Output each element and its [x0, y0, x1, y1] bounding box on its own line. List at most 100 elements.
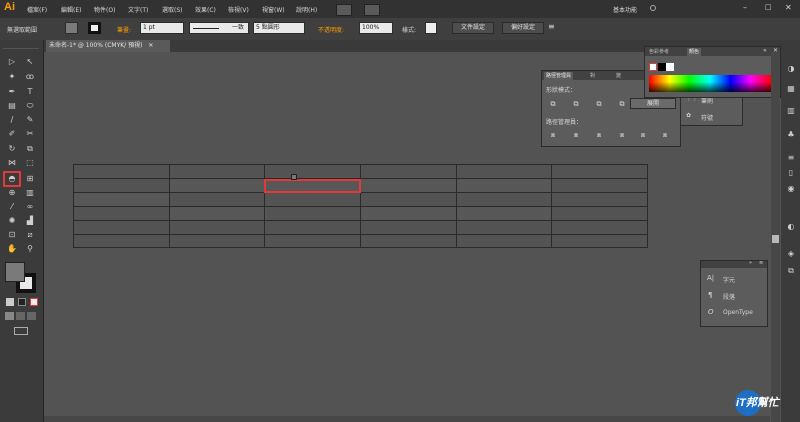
dock-color-icon[interactable]: ◑	[786, 64, 796, 74]
menu-help[interactable]: 說明(H)	[296, 5, 317, 14]
horizontal-scrollbar[interactable]	[44, 416, 770, 422]
dock-gradient-icon[interactable]: ▯	[786, 168, 796, 178]
artboard-tool-icon[interactable]: ⊡	[6, 229, 18, 241]
character-label[interactable]: 字元	[723, 275, 735, 284]
shape-builder-tool-icon[interactable]: ◓	[6, 173, 18, 185]
graphic-style-swatch[interactable]	[425, 22, 437, 34]
tab-color[interactable]: 顏色	[687, 48, 702, 56]
panel-collapse-icon[interactable]: »	[749, 260, 752, 266]
divide-icon[interactable]: ⧈	[548, 131, 558, 139]
draw-behind-icon[interactable]	[16, 312, 25, 320]
panel-collapse-icon[interactable]: «	[763, 47, 767, 54]
selection-tool-icon[interactable]: ▷	[6, 56, 18, 68]
outline-icon[interactable]: ⧈	[638, 131, 648, 139]
dock-symbols-icon[interactable]: ♣	[786, 130, 796, 140]
paragraph-icon[interactable]: ¶	[708, 291, 712, 299]
direct-selection-tool-icon[interactable]: ↖	[24, 56, 36, 68]
crop-icon[interactable]: ⧈	[617, 131, 627, 139]
zoom-tool-icon[interactable]: ⚲	[24, 243, 36, 255]
expand-button[interactable]: 展開	[630, 98, 676, 109]
opacity-field[interactable]: 100%	[359, 22, 393, 34]
arrange-documents-icon[interactable]	[364, 4, 380, 16]
screen-mode-icon[interactable]	[14, 327, 28, 335]
anchor-point-handle[interactable]	[291, 174, 297, 180]
symbol-sprayer-tool-icon[interactable]: ✺	[6, 215, 18, 227]
fill-swatch[interactable]	[65, 22, 78, 34]
hand-tool-icon[interactable]: ✋	[6, 243, 18, 255]
rotate-tool-icon[interactable]: ↻	[6, 143, 18, 155]
menu-view[interactable]: 檢視(V)	[228, 5, 249, 14]
dock-layers-icon[interactable]: ◈	[786, 249, 796, 259]
width-tool-icon[interactable]: ⋈	[6, 157, 18, 169]
gradient-mode-icon[interactable]	[18, 298, 26, 306]
vertical-scroll-thumb[interactable]	[772, 235, 779, 243]
intersect-icon[interactable]: ⧉	[594, 100, 604, 108]
slice-tool-icon[interactable]: ⧄	[24, 229, 36, 241]
dock-swatches-icon[interactable]: ▥	[786, 106, 796, 116]
minus-back-icon[interactable]: ⧈	[660, 131, 670, 139]
document-tab[interactable]: 未命名-1* @ 100% (CMYK/ 預視) ✕	[46, 40, 170, 52]
gradient-tool-icon[interactable]: ▥	[24, 187, 36, 199]
dock-color-guide-icon[interactable]: ▦	[786, 84, 796, 94]
tab-align[interactable]: 對	[588, 72, 597, 80]
menu-type[interactable]: 文字(T)	[128, 5, 148, 14]
workspace-switcher[interactable]: 基本功能	[613, 5, 637, 14]
document-setup-button[interactable]: 文件設定	[452, 22, 494, 34]
white-swatch[interactable]	[666, 63, 674, 71]
tab-pathfinder[interactable]: 路徑管理員	[544, 72, 574, 80]
menu-window[interactable]: 視窗(W)	[262, 5, 285, 14]
dock-appearance-icon[interactable]: ◉	[786, 184, 796, 194]
lasso-tool-icon[interactable]: ꝏ	[24, 71, 36, 83]
selected-cell-highlight[interactable]	[264, 179, 361, 193]
pen-tool-icon[interactable]: ✒	[6, 86, 18, 98]
exclude-icon[interactable]: ⧉	[617, 100, 627, 108]
mesh-tool-icon[interactable]: ⊕	[6, 187, 18, 199]
close-tab-icon[interactable]: ✕	[148, 42, 153, 49]
minimize-icon[interactable]: –	[743, 3, 747, 12]
menu-edit[interactable]: 編輯(E)	[61, 5, 81, 14]
menu-file[interactable]: 檔案(F)	[27, 5, 47, 14]
blob-brush-tool-icon[interactable]: ✐	[6, 128, 18, 140]
stroke-swatch[interactable]	[88, 22, 101, 34]
symbols-icon[interactable]: ✿	[686, 112, 691, 119]
eraser-tool-icon[interactable]: ✂	[24, 128, 36, 140]
black-swatch[interactable]	[658, 63, 666, 71]
panel-menu-icon[interactable]: ≡	[759, 260, 763, 266]
dock-artboards-icon[interactable]: ⧉	[786, 266, 796, 276]
draw-inside-icon[interactable]	[27, 312, 36, 320]
trim-icon[interactable]: ⧈	[571, 131, 581, 139]
line-tool-icon[interactable]: ▤	[6, 100, 18, 112]
blend-tool-icon[interactable]: ∞	[24, 201, 36, 213]
merge-icon[interactable]: ⧈	[594, 131, 604, 139]
pencil-tool-icon[interactable]: ✎	[24, 114, 36, 126]
tab-transform[interactable]: 變	[614, 72, 623, 80]
menu-effect[interactable]: 效果(C)	[195, 5, 216, 14]
paragraph-label[interactable]: 段落	[723, 292, 735, 301]
eyedropper-tool-icon[interactable]: ⁄	[6, 201, 18, 213]
perspective-grid-tool-icon[interactable]: ⊞	[24, 173, 36, 185]
opentype-label[interactable]: OpenType	[723, 309, 753, 316]
paintbrush-tool-icon[interactable]: ∕	[6, 114, 18, 126]
menu-object[interactable]: 物件(O)	[94, 5, 115, 14]
menu-select[interactable]: 選取(S)	[162, 5, 183, 14]
ellipse-tool-icon[interactable]: ⬭	[24, 100, 36, 112]
dock-stroke-icon[interactable]: ≡	[786, 153, 796, 163]
type-tool-icon[interactable]: T	[24, 86, 36, 98]
none-color-icon[interactable]	[649, 63, 657, 71]
scale-tool-icon[interactable]: ⧉	[24, 143, 36, 155]
character-icon[interactable]: A|	[707, 274, 714, 282]
bridge-icon[interactable]	[336, 4, 352, 16]
column-graph-tool-icon[interactable]: ▟	[24, 215, 36, 227]
color-mode-icon[interactable]	[6, 298, 14, 306]
magic-wand-tool-icon[interactable]: ✦	[6, 71, 18, 83]
tab-color-guide[interactable]: 色彩參考	[647, 48, 671, 56]
brush-definition[interactable]: 5 點圓形	[253, 22, 305, 34]
preferences-button[interactable]: 偏好設定	[502, 22, 544, 34]
opentype-icon[interactable]: O	[708, 308, 714, 316]
minus-front-icon[interactable]: ⧉	[571, 100, 581, 108]
unite-icon[interactable]: ⧉	[548, 100, 558, 108]
symbols-label[interactable]: 符號	[701, 113, 713, 122]
stroke-weight-field[interactable]: 1 pt	[140, 22, 184, 34]
free-transform-tool-icon[interactable]: ⬚	[24, 157, 36, 169]
dock-transparency-icon[interactable]: ◐	[786, 222, 796, 232]
